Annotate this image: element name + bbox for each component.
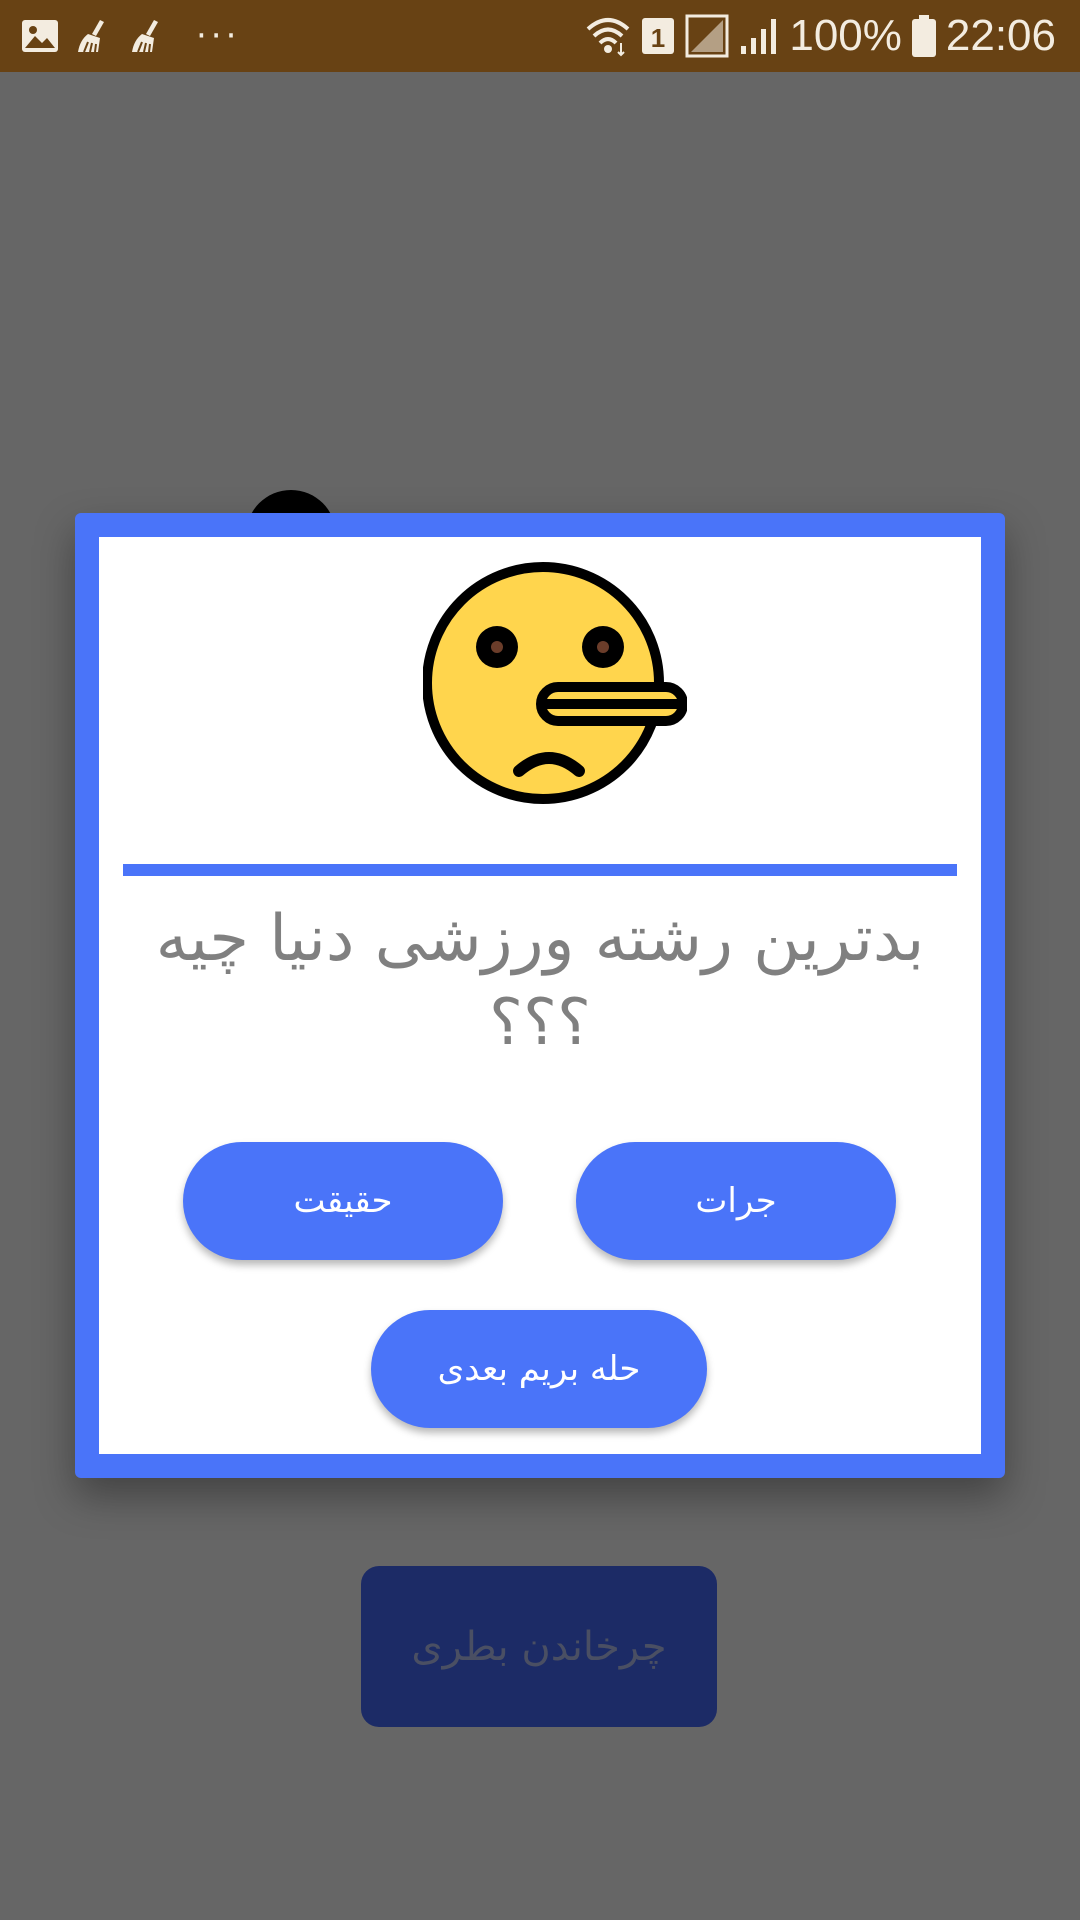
- truth-button[interactable]: حقیقت: [183, 1142, 503, 1260]
- svg-text:1: 1: [651, 23, 665, 53]
- dare-button[interactable]: جرات: [576, 1142, 896, 1260]
- wifi-icon: [587, 18, 630, 57]
- dialog-divider: [123, 864, 957, 876]
- broom-icon: [78, 20, 104, 53]
- status-right: 1 100% 22:06: [585, 12, 1056, 60]
- clock: 22:06: [945, 11, 1056, 60]
- signal-sim1-icon: [685, 14, 729, 58]
- signal-sim2-icon: [741, 19, 777, 54]
- status-bar: ··· 1 100% 22:06: [0, 0, 1080, 72]
- lying-face-emoji-icon: [423, 562, 687, 804]
- sim-icon: 1: [642, 18, 675, 54]
- truth-or-dare-dialog: بدترین رشته ورزشی دنیا چیه ؟؟؟ حقیقت جرا…: [75, 513, 1005, 1478]
- status-left: ···: [20, 14, 240, 58]
- gallery-icon: [22, 20, 58, 52]
- battery-percent: 100%: [789, 11, 902, 60]
- next-button[interactable]: حله بریم بعدی: [371, 1310, 707, 1428]
- question-text: بدترین رشته ورزشی دنیا چیه ؟؟؟: [155, 902, 925, 1060]
- spin-bottle-button[interactable]: چرخاندن بطری: [361, 1566, 717, 1727]
- battery-icon: [911, 15, 936, 57]
- broom-icon: [132, 20, 158, 53]
- more-notifications-icon: ···: [196, 16, 241, 56]
- dialog-content: بدترین رشته ورزشی دنیا چیه ؟؟؟ حقیقت جرا…: [99, 537, 981, 1454]
